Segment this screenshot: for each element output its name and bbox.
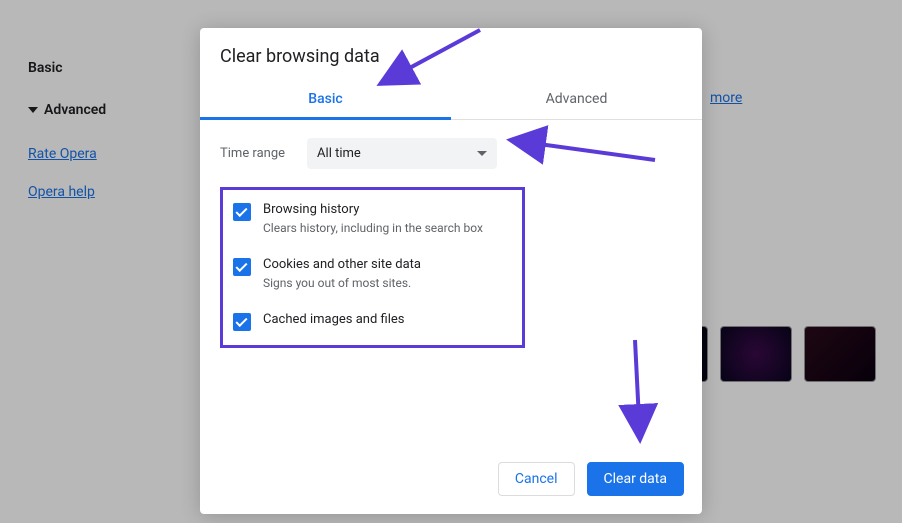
dialog-footer: Cancel Clear data	[200, 450, 702, 514]
option-subtitle: Clears history, including in the search …	[263, 221, 483, 235]
option-title: Browsing history	[263, 202, 483, 217]
cancel-button[interactable]: Cancel	[498, 462, 575, 496]
option-subtitle: Signs you out of most sites.	[263, 276, 421, 290]
tab-basic[interactable]: Basic	[200, 81, 451, 119]
checkbox-checked-icon[interactable]	[233, 203, 251, 221]
option-title: Cookies and other site data	[263, 257, 421, 272]
options-group: Browsing history Clears history, includi…	[220, 187, 525, 348]
checkbox-checked-icon[interactable]	[233, 258, 251, 276]
time-range-row: Time range All time	[220, 138, 682, 169]
option-browsing-history[interactable]: Browsing history Clears history, includi…	[233, 202, 512, 235]
clear-browsing-data-dialog: Clear browsing data Basic Advanced Time …	[200, 28, 702, 514]
chevron-down-icon	[477, 151, 487, 156]
dialog-title: Clear browsing data	[200, 28, 702, 81]
option-title: Cached images and files	[263, 312, 404, 327]
option-cached-images[interactable]: Cached images and files	[233, 312, 512, 331]
dialog-tabs: Basic Advanced	[200, 81, 702, 120]
time-range-label: Time range	[220, 146, 285, 161]
option-cookies[interactable]: Cookies and other site data Signs you ou…	[233, 257, 512, 290]
time-range-value: All time	[317, 146, 361, 161]
clear-data-button[interactable]: Clear data	[587, 462, 684, 496]
time-range-select[interactable]: All time	[307, 138, 497, 169]
checkbox-checked-icon[interactable]	[233, 313, 251, 331]
tab-advanced[interactable]: Advanced	[451, 81, 702, 119]
